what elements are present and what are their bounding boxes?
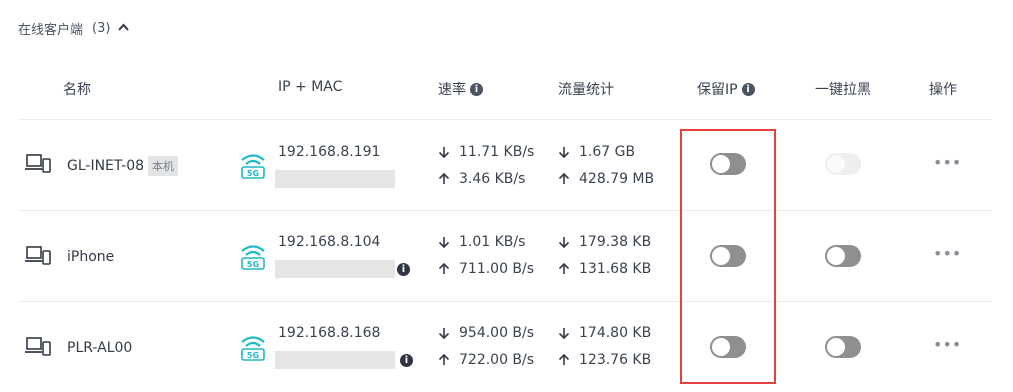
toggle-knob: [827, 155, 845, 173]
svg-text:5G: 5G: [247, 351, 259, 360]
arrow-down-icon: [558, 147, 570, 158]
ip-address: 192.168.8.191: [278, 144, 381, 160]
toggle-knob: [827, 247, 845, 265]
col-header-reserve-ip: 保留IP i: [697, 79, 755, 99]
col-header-traffic: 流量统计: [558, 82, 614, 98]
download-total: 1.67 GB: [558, 144, 635, 160]
more-actions-button[interactable]: •••: [933, 335, 961, 354]
toggle-knob: [827, 338, 845, 356]
download-total-value: 174.80 KB: [579, 325, 652, 341]
arrow-up-icon: [438, 173, 450, 184]
arrow-down-icon: [438, 237, 450, 248]
arrow-down-icon: [558, 328, 570, 339]
mac-address-redacted: [275, 260, 395, 278]
block-toggle: [825, 153, 861, 175]
block-toggle[interactable]: [825, 245, 861, 267]
more-actions-button[interactable]: •••: [933, 153, 961, 172]
arrow-down-icon: [558, 237, 570, 248]
chevron-up-icon[interactable]: [117, 21, 130, 34]
col-header-rate-label: 速率: [438, 82, 466, 98]
col-header-block: 一键拉黑: [815, 82, 871, 98]
upload-rate-value: 3.46 KB/s: [459, 171, 526, 187]
col-header-actions: 操作: [929, 82, 957, 98]
client-name-text: GL-INET-08: [67, 158, 145, 174]
online-clients-header[interactable]: 在线客户端 (3): [18, 19, 130, 38]
download-rate: 1.01 KB/s: [438, 234, 525, 250]
ip-address: 192.168.8.104: [278, 234, 381, 250]
mac-address-redacted: [275, 351, 395, 369]
svg-text:5G: 5G: [247, 169, 259, 178]
mac-address-redacted: [275, 170, 395, 188]
upload-total-value: 131.68 KB: [579, 261, 652, 277]
download-total-value: 179.38 KB: [579, 234, 652, 250]
download-rate: 954.00 B/s: [438, 325, 534, 341]
download-rate-value: 1.01 KB/s: [459, 234, 526, 250]
table-row: PLR-AL00 5G 192.168.8.168 i 954.00 B/s 7…: [0, 302, 1013, 392]
arrow-up-icon: [438, 354, 450, 365]
upload-total: 131.68 KB: [558, 261, 651, 277]
upload-rate-value: 722.00 B/s: [459, 352, 535, 368]
client-name: GL-INET-08 本机: [67, 156, 179, 176]
upload-total: 123.76 KB: [558, 352, 651, 368]
client-name: iPhone: [67, 249, 114, 265]
wifi-5g-icon: 5G: [241, 245, 265, 270]
device-icon: [25, 154, 51, 173]
arrow-up-icon: [558, 263, 570, 274]
upload-rate: 3.46 KB/s: [438, 171, 525, 187]
info-icon[interactable]: i: [741, 82, 755, 96]
info-icon[interactable]: i: [470, 82, 483, 96]
download-rate-value: 954.00 B/s: [459, 325, 535, 341]
wifi-5g-icon: 5G: [241, 336, 265, 361]
col-header-rate: 速率 i: [438, 79, 483, 99]
client-name-text: PLR-AL00: [67, 340, 133, 356]
upload-total-value: 123.76 KB: [579, 352, 652, 368]
arrow-up-icon: [558, 354, 570, 365]
download-rate: 11.71 KB/s: [438, 144, 534, 160]
arrow-down-icon: [438, 147, 450, 158]
device-icon: [25, 246, 51, 265]
info-icon[interactable]: i: [397, 263, 410, 276]
client-name-text: iPhone: [67, 249, 115, 265]
col-header-name: 名称: [63, 82, 91, 98]
upload-rate: 711.00 B/s: [438, 261, 534, 277]
upload-total-value: 428.79 MB: [579, 171, 655, 187]
wifi-5g-icon: 5G: [241, 154, 265, 179]
table-row: iPhone 5G 192.168.8.104 i 1.01 KB/s 711.…: [0, 211, 1013, 301]
arrow-up-icon: [438, 263, 450, 274]
highlight-box: [680, 129, 776, 384]
table-row: GL-INET-08 本机 5G 192.168.8.191 11.71 KB/…: [0, 120, 1013, 210]
upload-total: 428.79 MB: [558, 171, 654, 187]
download-total-value: 1.67 GB: [579, 144, 636, 160]
client-count: (3): [92, 21, 111, 36]
more-actions-button[interactable]: •••: [933, 244, 961, 263]
block-toggle[interactable]: [825, 336, 861, 358]
arrow-up-icon: [558, 173, 570, 184]
download-rate-value: 11.71 KB/s: [459, 144, 535, 160]
section-title: 在线客户端: [18, 23, 84, 38]
download-total: 179.38 KB: [558, 234, 651, 250]
this-device-badge: 本机: [148, 156, 179, 176]
upload-rate-value: 711.00 B/s: [459, 261, 535, 277]
arrow-down-icon: [438, 328, 450, 339]
upload-rate: 722.00 B/s: [438, 352, 534, 368]
device-icon: [25, 337, 51, 356]
client-name: PLR-AL00: [67, 340, 132, 356]
ip-address: 192.168.8.168: [278, 325, 381, 341]
svg-text:5G: 5G: [247, 260, 259, 269]
download-total: 174.80 KB: [558, 325, 651, 341]
col-header-ip-mac: IP + MAC: [278, 79, 343, 95]
info-icon[interactable]: i: [400, 354, 413, 367]
col-header-reserve-ip-label: 保留IP: [697, 82, 738, 98]
